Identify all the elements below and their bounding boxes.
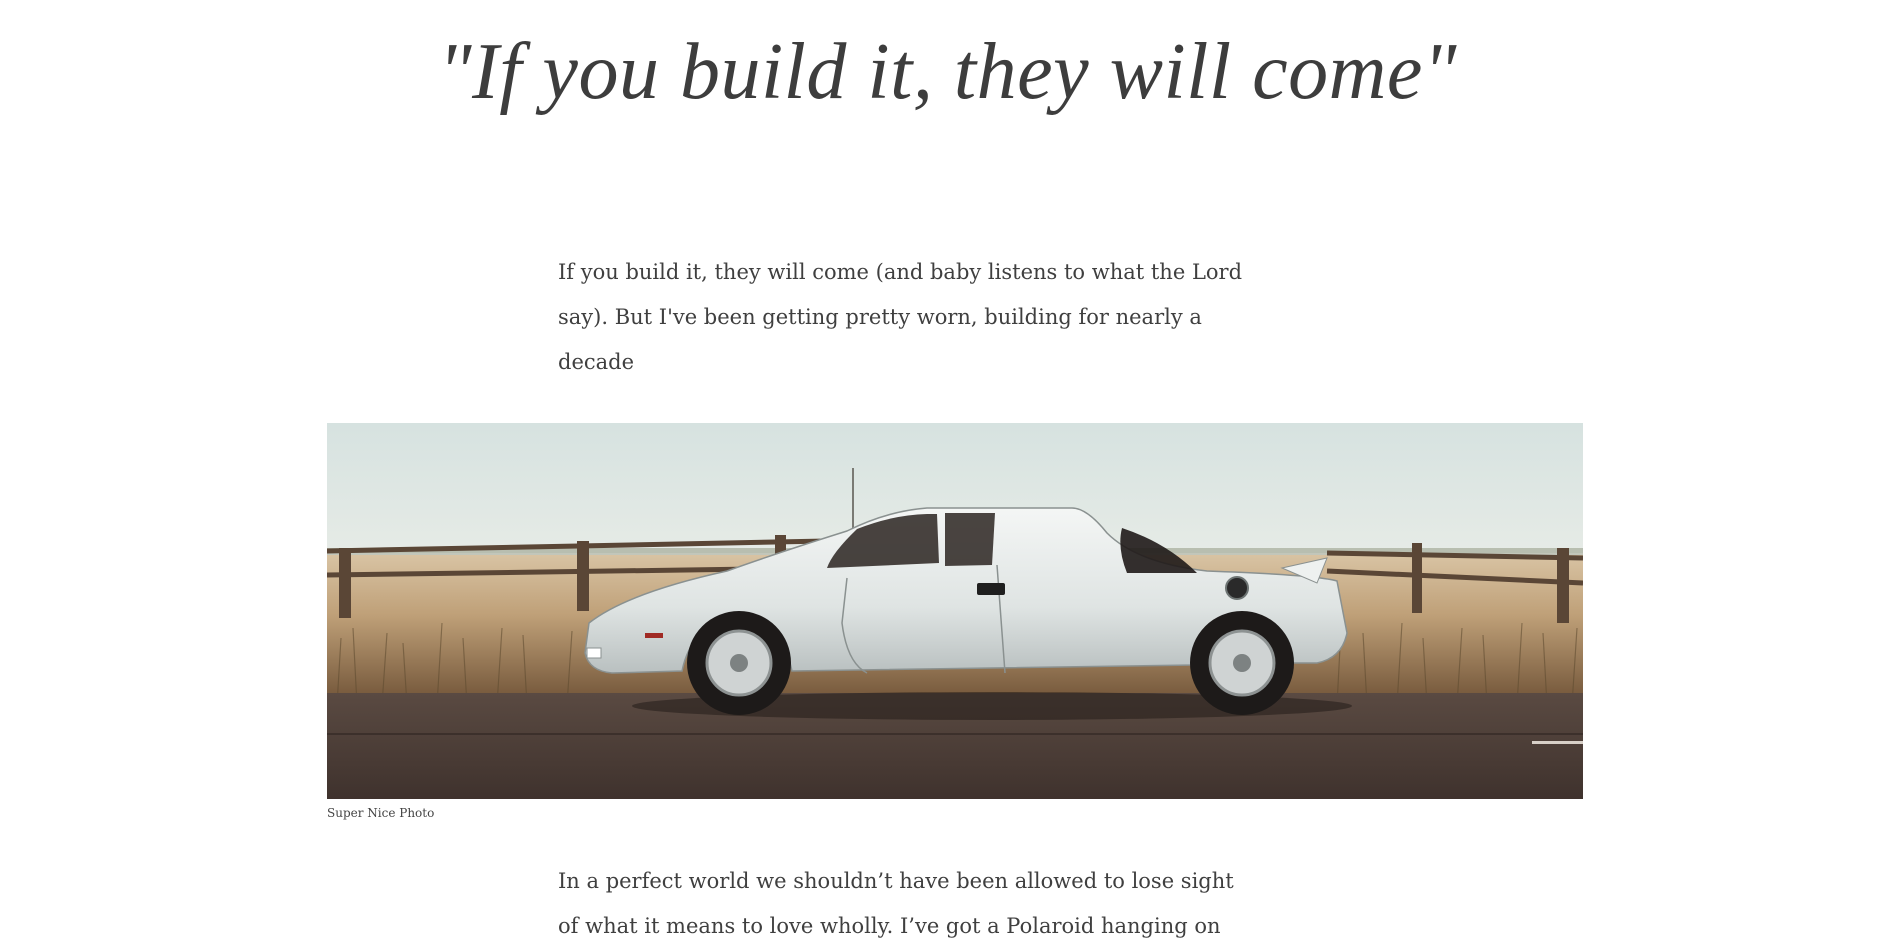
- blog-post-page: "If you build it, they will come" If you…: [0, 0, 1895, 948]
- figure-caption: Super Nice Photo: [327, 806, 435, 820]
- intro-paragraph: If you build it, they will come (and bab…: [558, 260, 1243, 374]
- second-paragraph: In a perfect world we shouldn’t have bee…: [558, 869, 1234, 938]
- post-title: "If you build it, they will come": [437, 28, 1458, 116]
- white-sports-car-photo: [327, 423, 1583, 799]
- post-figure: [327, 423, 1583, 799]
